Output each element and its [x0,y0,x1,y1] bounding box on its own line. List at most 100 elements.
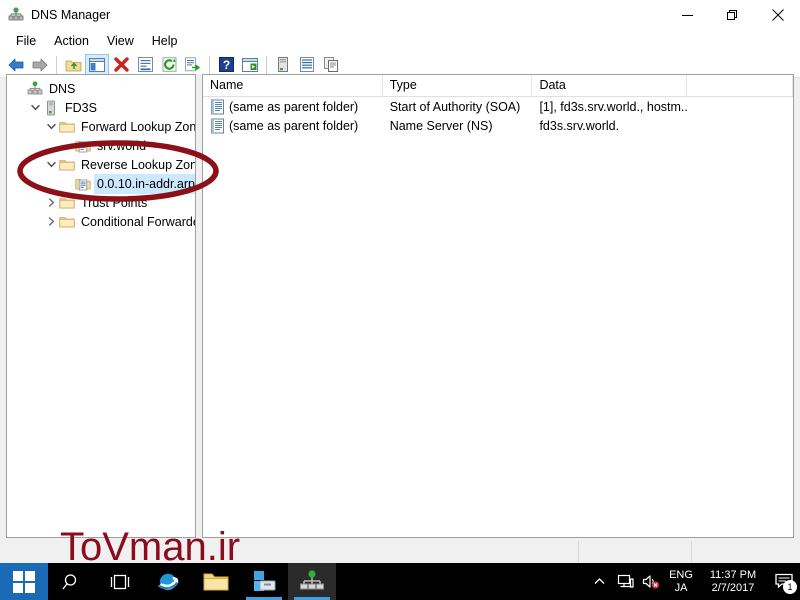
tree-node-label: 0.0.10.in-addr.arpa [94,173,195,194]
maximize-restore-button[interactable] [710,0,755,30]
clock-date: 2/7/2017 [711,581,755,594]
tree-node-label: Reverse Lookup Zones [81,157,195,172]
volume-muted-icon[interactable] [638,563,664,600]
language-indicator[interactable]: ENG JA [664,563,698,600]
list-column-header[interactable]: Data [532,75,688,96]
window-title: DNS Manager [31,7,111,22]
clock[interactable]: 11:37 PM 2/7/2017 [698,563,768,600]
status-segment-2 [692,541,800,563]
properties-icon[interactable] [133,54,157,76]
dns-server-icon [8,7,24,23]
tree-node-label: Trust Points [81,195,148,210]
taskbar-search[interactable] [48,563,96,600]
table-cell-name: (same as parent folder) [203,99,383,115]
list-column-header[interactable]: Type [383,75,533,96]
main-content: DNS FD3S Forward Lookup Zones srv.world Reve… [6,74,794,538]
tree-node[interactable]: FD3S [7,98,195,117]
tree-node[interactable]: Forward Lookup Zones [7,117,195,136]
table-row[interactable]: (same as parent folder) Start of Authorit… [203,97,793,116]
network-icon[interactable] [612,563,638,600]
system-tray: ENG JA 11:37 PM 2/7/2017 1 [586,563,800,600]
status-segment-1 [579,541,692,563]
title-bar[interactable]: DNS Manager [0,0,800,30]
new-window-icon[interactable] [238,54,262,76]
table-cell-text: (same as parent folder) [229,99,359,114]
table-row[interactable]: (same as parent folder) Name Server (NS) f… [203,116,793,135]
tree-node-label: Forward Lookup Zones [81,119,196,134]
menu-action[interactable]: Action [45,33,98,50]
chevron-right-icon[interactable] [43,212,59,231]
tree-node[interactable]: Conditional Forwarders [7,212,195,231]
tree-node[interactable]: srv.world [7,136,195,155]
chevron-down-icon[interactable] [27,98,43,117]
screen: DNS Manager File Action View Help ? DNS … [0,0,800,600]
server-icon[interactable] [271,54,295,76]
taskbar-server-manager[interactable] [240,563,288,600]
dns-root-icon [27,80,43,97]
action-center-icon[interactable]: 1 [768,563,800,600]
table-cell-data: fd3s.srv.world. [539,118,620,133]
tree-node[interactable]: Reverse Lookup Zones [7,155,195,174]
dns-record-icon [210,118,226,134]
toolbar-separator [56,55,57,74]
chevron-right-icon[interactable] [43,193,59,212]
taskbar-file-explorer[interactable] [192,563,240,600]
list-header: Name Type Data [203,75,793,97]
taskbar-spacer [336,563,586,600]
search-icon [62,573,77,589]
tree-node[interactable]: DNS [7,79,195,98]
list-icon[interactable] [295,54,319,76]
export-list-icon[interactable] [181,54,205,76]
table-cell-text: (same as parent folder) [229,118,359,133]
taskbar-task-view[interactable] [96,563,144,600]
show-hide-console-tree-icon[interactable] [85,53,109,76]
refresh-icon[interactable] [157,54,181,76]
dns-manager-icon [300,569,324,589]
menu-bar: File Action View Help [0,30,800,52]
watermark-text: ToVman.ir [60,525,241,569]
close-button[interactable] [755,0,800,30]
chevron-down-icon[interactable] [43,155,59,174]
start-button[interactable] [0,563,48,600]
toolbar-separator [209,55,210,74]
window-controls [665,0,800,30]
minimize-button[interactable] [665,0,710,30]
dns-manager-window: DNS Manager File Action View Help ? DNS … [0,0,800,563]
help-icon[interactable]: ? [214,54,238,76]
tree-node-label: DNS [49,81,76,96]
back-icon[interactable] [4,54,28,76]
task-view-icon [110,574,130,589]
server-manager-icon [254,570,276,591]
menu-help[interactable]: Help [143,33,187,50]
dns-record-icon [210,99,226,115]
list-column-header[interactable]: Name [203,75,383,96]
internet-explorer-icon [158,573,179,590]
taskbar-internet-explorer[interactable] [144,563,192,600]
table-cell-data: [1], fd3s.srv.world., hostm... [539,99,688,114]
chevron-down-icon[interactable] [43,117,59,136]
records-list-pane: Name Type Data (same as parent folder) Star… [202,74,794,538]
tree-node[interactable]: 0.0.10.in-addr.arpa [7,173,195,194]
forward-icon[interactable] [28,54,52,76]
table-cell-type: Start of Authority (SOA) [389,99,521,114]
show-hidden-icons-chevron[interactable] [586,563,612,600]
folder-icon [59,195,75,211]
menu-view[interactable]: View [98,33,143,50]
list-column-header[interactable] [687,75,793,96]
copy-icon[interactable] [319,54,343,76]
menu-file[interactable]: File [7,33,45,50]
up-folder-icon[interactable] [61,54,85,76]
list-body: (same as parent folder) Start of Authorit… [203,97,793,135]
console-tree-pane: DNS FD3S Forward Lookup Zones srv.world Reve… [6,74,196,538]
delete-icon[interactable] [109,54,133,76]
tree-node[interactable]: Trust Points [7,193,195,212]
zone-icon [75,176,91,192]
table-cell-name: (same as parent folder) [203,118,383,134]
folder-icon [59,214,75,230]
server-tower-icon [43,100,59,116]
taskbar-dns-manager[interactable] [288,563,336,600]
toolbar-separator [266,55,267,74]
